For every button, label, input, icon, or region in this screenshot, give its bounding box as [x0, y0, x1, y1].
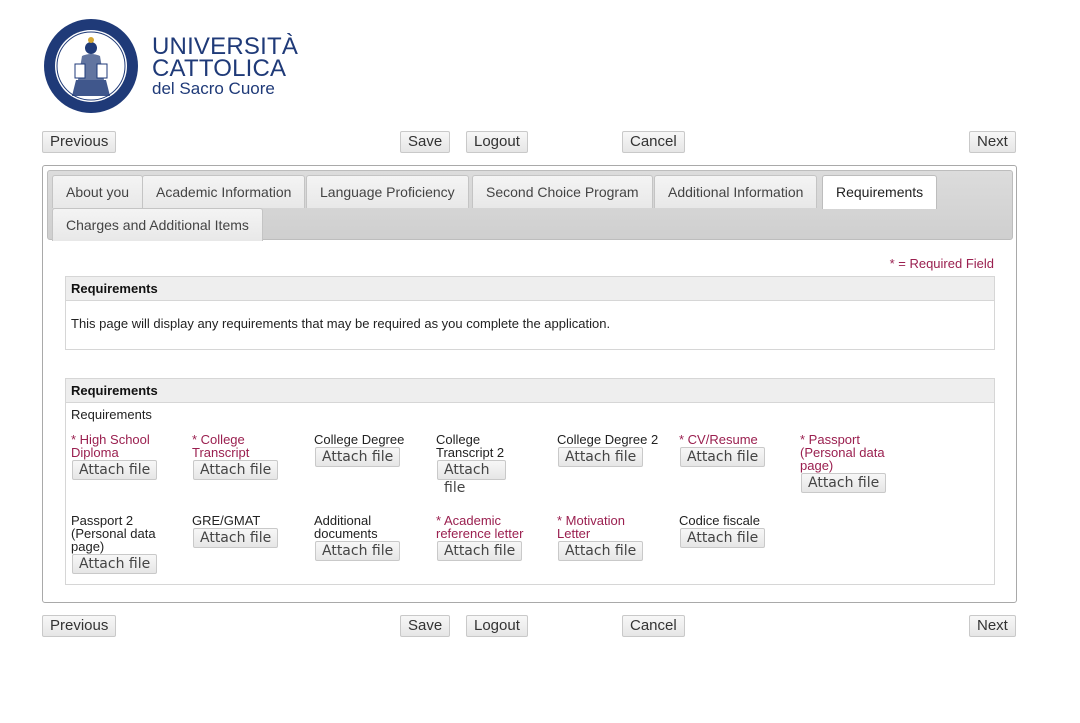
tab-bar: About you Academic Information Language … — [47, 170, 1013, 241]
save-button-top[interactable]: Save — [400, 131, 451, 153]
tab-academic-information[interactable]: Academic Information — [142, 175, 306, 208]
section-description: This page will display any requirements … — [71, 316, 611, 331]
attach-file-button[interactable]: Attach file — [72, 554, 158, 574]
requirement-college-transcript: * College Transcript Attach file — [192, 433, 302, 480]
requirement-label: * College Transcript — [192, 432, 250, 460]
attach-file-button[interactable]: Attach file — [72, 460, 158, 480]
tab-language-proficiency[interactable]: Language Proficiency — [306, 175, 469, 208]
attach-file-button[interactable]: Attach file — [680, 447, 766, 467]
next-button-top[interactable]: Next — [969, 131, 1016, 153]
requirement-passport: * Passport (Personal data page) Attach f… — [800, 433, 896, 493]
logo-line-2: CATTOLICA — [152, 55, 287, 82]
tab-about-you[interactable]: About you — [52, 175, 144, 208]
university-name: UNIVERSITÀ CATTOLICA del Sacro Cuore — [152, 35, 298, 98]
application-panel: About you Academic Information Language … — [42, 165, 1017, 603]
attach-file-button[interactable]: Attach file — [315, 541, 401, 561]
attach-file-button[interactable]: Attach file — [193, 528, 279, 548]
attach-file-button[interactable]: Attach file — [558, 541, 644, 561]
requirement-label: College Degree — [314, 432, 405, 447]
requirement-label: * High School Diploma — [71, 432, 150, 460]
requirement-label: * CV/Resume — [679, 432, 758, 447]
tab-requirements[interactable]: Requirements — [822, 175, 938, 209]
requirement-label: College Transcript 2 — [436, 432, 505, 460]
attach-file-button[interactable]: Attach file — [801, 473, 887, 493]
cancel-button-bottom[interactable]: Cancel — [622, 615, 685, 637]
previous-button-top[interactable]: Previous — [42, 131, 117, 153]
tab-second-choice-program[interactable]: Second Choice Program — [472, 175, 653, 208]
requirement-college-degree: College Degree Attach file — [314, 433, 424, 467]
requirement-passport-2: Passport 2 (Personal data page) Attach f… — [71, 514, 167, 574]
attach-file-button[interactable]: Attach file — [437, 541, 523, 561]
attach-file-button[interactable]: Attach file — [680, 528, 766, 548]
requirement-label: * Academic reference letter — [436, 513, 524, 541]
save-button-bottom[interactable]: Save — [400, 615, 451, 637]
logout-button-top[interactable]: Logout — [466, 131, 528, 153]
requirement-label: * Passport (Personal data page) — [800, 432, 885, 473]
section-title: Requirements — [66, 277, 994, 301]
requirement-codice-fiscale: Codice fiscale Attach file — [679, 514, 789, 548]
university-seal-logo — [44, 19, 138, 113]
attach-file-button[interactable]: Attach file — [315, 447, 401, 467]
requirement-label: Passport 2 (Personal data page) — [71, 513, 156, 554]
attach-file-button[interactable]: Attach file — [193, 460, 279, 480]
requirement-label: College Degree 2 — [557, 432, 659, 447]
requirements-list-section: Requirements Requirements * High School … — [65, 378, 995, 585]
requirement-college-degree-2: College Degree 2 Attach file — [557, 433, 667, 467]
tab-charges-and-additional-items[interactable]: Charges and Additional Items — [52, 208, 263, 241]
logo-line-3: del Sacro Cuore — [152, 79, 275, 98]
intro-requirements-section: Requirements This page will display any … — [65, 276, 995, 350]
header: UNIVERSITÀ CATTOLICA del Sacro Cuore — [42, 10, 442, 120]
next-button-bottom[interactable]: Next — [969, 615, 1016, 637]
requirements-subtitle: Requirements — [71, 407, 152, 422]
requirement-academic-reference-letter: * Academic reference letter Attach file — [436, 514, 536, 561]
section-title: Requirements — [66, 379, 994, 403]
requirement-label: * Motivation Letter — [557, 513, 625, 541]
requirement-additional-documents: Additional documents Attach file — [314, 514, 404, 561]
requirement-gre-gmat: GRE/GMAT Attach file — [192, 514, 302, 548]
requirement-label: Codice fiscale — [679, 513, 760, 528]
logout-button-bottom[interactable]: Logout — [466, 615, 528, 637]
previous-button-bottom[interactable]: Previous — [42, 615, 117, 637]
attach-file-button[interactable]: Attach file — [437, 460, 506, 496]
requirement-cv-resume: * CV/Resume Attach file — [679, 433, 789, 467]
required-field-note: * = Required Field — [889, 256, 994, 271]
tab-additional-information[interactable]: Additional Information — [654, 175, 818, 208]
requirement-label: Additional documents — [314, 513, 378, 541]
attach-file-button[interactable]: Attach file — [558, 447, 644, 467]
requirement-high-school-diploma: * High School Diploma Attach file — [71, 433, 181, 480]
requirement-college-transcript-2: College Transcript 2 Attach file — [436, 432, 506, 496]
requirement-label: GRE/GMAT — [192, 513, 261, 528]
requirement-motivation-letter: * Motivation Letter Attach file — [557, 514, 647, 561]
cancel-button-top[interactable]: Cancel — [622, 131, 685, 153]
